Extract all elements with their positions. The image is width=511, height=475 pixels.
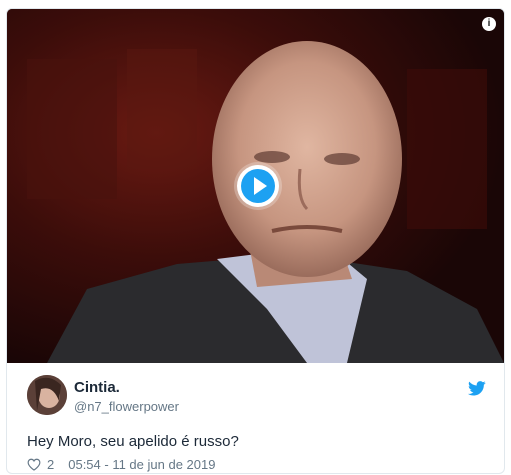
- tweet-meta: 2 05:54 - 11 de jun de 2019: [27, 457, 215, 472]
- author-name[interactable]: Cintia.: [74, 379, 120, 396]
- video-player[interactable]: i: [7, 9, 504, 363]
- tweet-text: Hey Moro, seu apelido é russo?: [27, 433, 239, 450]
- like-count[interactable]: 2: [47, 457, 54, 472]
- author-handle[interactable]: @n7_flowerpower: [74, 399, 179, 414]
- info-icon[interactable]: i: [482, 17, 496, 31]
- avatar[interactable]: [27, 375, 67, 415]
- tweet-timestamp[interactable]: 05:54 - 11 de jun de 2019: [68, 457, 215, 472]
- heart-icon[interactable]: [27, 458, 41, 471]
- twitter-bird-icon[interactable]: [468, 381, 486, 396]
- play-button[interactable]: [237, 165, 279, 207]
- tweet-card: i Cintia. @n7_flowerpower Hey Moro, seu …: [6, 8, 505, 474]
- avatar-image: [27, 375, 67, 415]
